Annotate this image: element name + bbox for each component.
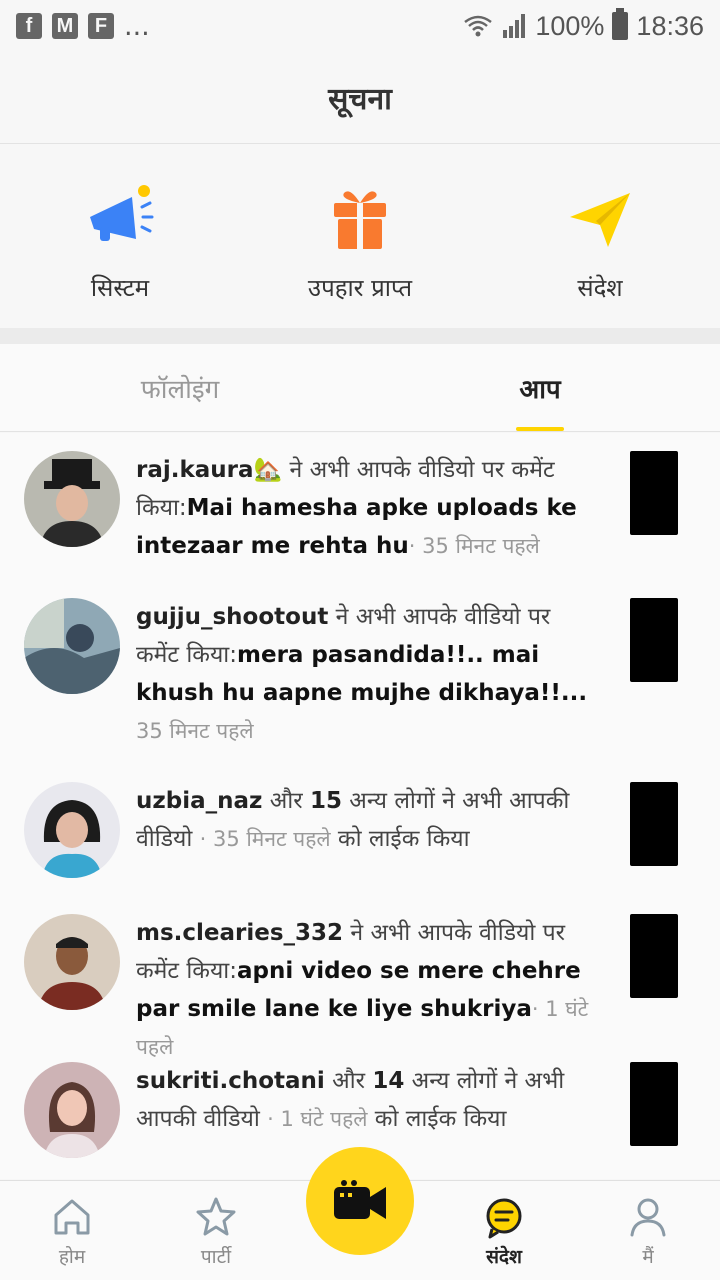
more-notifications: ... <box>124 10 150 42</box>
timestamp: · 1 घंटे पहले <box>267 1107 368 1131</box>
app-header: सूचना <box>0 52 720 144</box>
action-text: और <box>324 1068 373 1094</box>
category-system-label: सिस्टम <box>90 274 150 302</box>
username[interactable]: gujju_shootout <box>136 604 328 630</box>
video-thumbnail[interactable] <box>630 914 678 998</box>
category-gifts[interactable]: उपहार प्राप्त <box>240 145 480 328</box>
action-suffix: को लाईक किया <box>367 1106 507 1132</box>
nav-messages-label: संदेश <box>486 1246 522 1268</box>
tab-you[interactable]: आप <box>360 344 720 431</box>
notification-list: raj.kaura🏡 ने अभी आपके वीडियो पर कमेंट क… <box>0 433 720 1179</box>
nav-home[interactable]: होम <box>0 1181 144 1280</box>
status-bar-system: 100% 18:36 <box>463 8 704 42</box>
notification-text: gujju_shootout ने अभी आपके वीडियो पर कमे… <box>136 598 594 764</box>
flipboard-icon: F <box>88 13 114 39</box>
avatar[interactable] <box>24 451 120 547</box>
category-messages[interactable]: संदेश <box>480 145 720 328</box>
profile-icon <box>630 1198 666 1237</box>
category-messages-label: संदेश <box>577 274 623 302</box>
notification-text: raj.kaura🏡 ने अभी आपके वीडियो पर कमेंट क… <box>136 451 594 580</box>
username[interactable]: raj.kaura🏡 <box>136 457 282 483</box>
category-gifts-label: उपहार प्राप्त <box>307 274 413 302</box>
battery-icon <box>612 8 629 40</box>
avatar[interactable] <box>24 782 120 878</box>
timestamp: · 35 मिनट पहले <box>199 827 331 851</box>
category-system[interactable]: सिस्टम <box>0 145 240 328</box>
notification-tabs: फॉलोइंग आप <box>0 344 720 432</box>
timestamp: · 35 मिनट पहले <box>408 534 540 558</box>
home-icon <box>54 1199 90 1235</box>
video-thumbnail[interactable] <box>630 451 678 535</box>
username[interactable]: ms.clearies_332 <box>136 920 343 946</box>
nav-home-label: होम <box>58 1246 86 1268</box>
timestamp: 35 मिनट पहले <box>136 719 254 743</box>
list-item[interactable]: gujju_shootout ने अभी आपके वीडियो पर कमे… <box>0 580 720 764</box>
list-item[interactable]: ms.clearies_332 ने अभी आपके वीडियो पर कम… <box>0 896 720 1059</box>
notification-text: uzbia_naz और 15 अन्य लोगों ने अभी आपकी व… <box>136 782 594 896</box>
like-count: 14 <box>372 1068 405 1094</box>
nav-party-label: पार्टी <box>200 1246 232 1268</box>
status-bar: f M F ... 100% 18:36 <box>0 0 720 52</box>
video-thumbnail[interactable] <box>630 598 678 682</box>
record-video-button[interactable] <box>306 1147 414 1255</box>
video-camera-icon <box>334 1180 386 1219</box>
clock: 18:36 <box>636 10 704 41</box>
nav-messages[interactable]: संदेश <box>432 1181 576 1280</box>
video-thumbnail[interactable] <box>630 1062 678 1146</box>
action-text: और <box>262 788 310 814</box>
avatar[interactable] <box>24 1062 120 1158</box>
tab-following[interactable]: फॉलोइंग <box>0 344 360 431</box>
send-icon <box>570 193 630 247</box>
username[interactable]: uzbia_naz <box>136 788 262 814</box>
star-icon <box>196 1197 236 1236</box>
gift-icon <box>334 191 386 249</box>
page-title: सूचना <box>328 82 392 117</box>
notification-categories: सिस्टम उपहार प्राप्त संदेश <box>0 145 720 328</box>
message-icon <box>486 1198 522 1239</box>
video-thumbnail[interactable] <box>630 782 678 866</box>
list-item[interactable]: uzbia_naz और 15 अन्य लोगों ने अभी आपकी व… <box>0 764 720 896</box>
list-item[interactable]: raj.kaura🏡 ने अभी आपके वीडियो पर कमेंट क… <box>0 433 720 580</box>
nav-party[interactable]: पार्टी <box>144 1181 288 1280</box>
battery-percent: 100% <box>535 10 605 41</box>
nav-me[interactable]: मैं <box>576 1181 720 1280</box>
wifi-icon <box>464 15 493 37</box>
signal-icon <box>503 14 526 38</box>
avatar[interactable] <box>24 914 120 1010</box>
gmail-icon: M <box>52 13 78 39</box>
megaphone-icon <box>90 185 154 241</box>
action-suffix: को लाईक किया <box>330 826 470 852</box>
status-bar-notifications: f M F ... <box>16 11 150 42</box>
like-count: 15 <box>309 788 342 814</box>
notification-text: ms.clearies_332 ने अभी आपके वीडियो पर कम… <box>136 914 594 1059</box>
username[interactable]: sukriti.chotani <box>136 1068 325 1094</box>
facebook-icon: f <box>16 13 42 39</box>
nav-me-label: मैं <box>642 1246 654 1268</box>
section-divider <box>0 328 720 344</box>
avatar[interactable] <box>24 598 120 694</box>
